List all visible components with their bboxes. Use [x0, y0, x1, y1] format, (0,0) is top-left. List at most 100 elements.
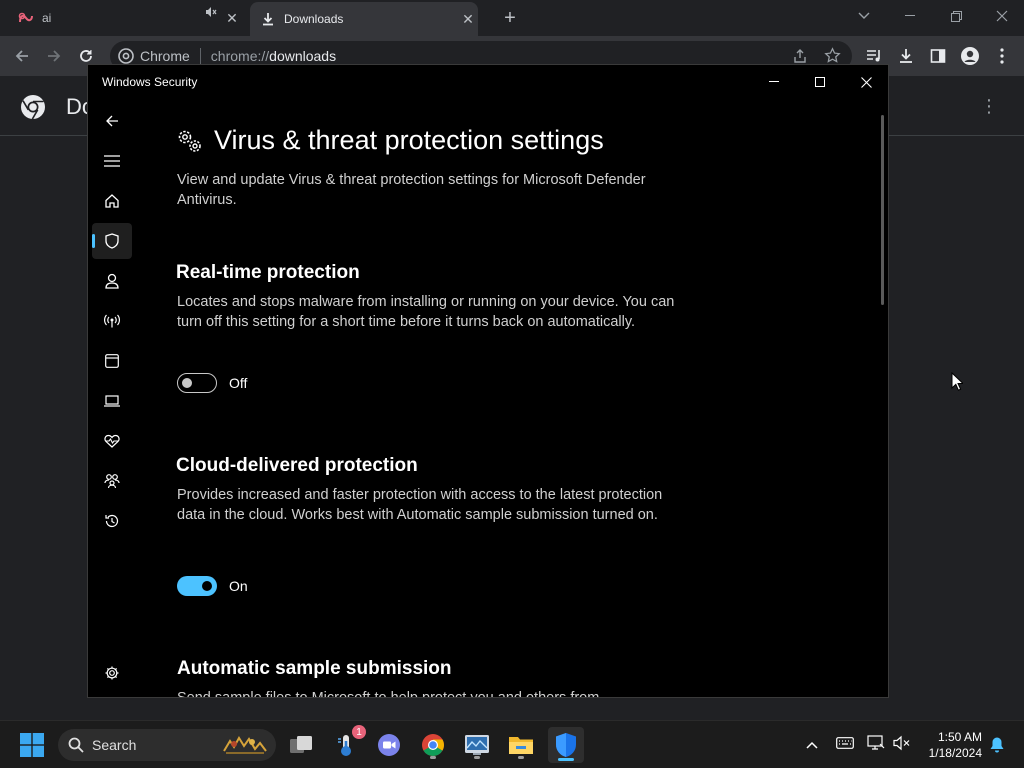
section-title-real-time-protection: Real-time protection — [176, 262, 360, 283]
site-info-chip[interactable]: Chrome — [118, 48, 190, 64]
windows-security-taskbar-button[interactable] — [548, 727, 584, 763]
search-highlight-image-icon — [222, 733, 268, 757]
tab-downloads[interactable]: Downloads ✕ — [250, 2, 478, 36]
cloud-delivered-protection-state: On — [229, 578, 248, 594]
minimize-button[interactable] — [896, 4, 924, 28]
network-antenna-icon — [104, 314, 120, 328]
section-desc-automatic-sample-submission: Send sample files to Microsoft to help p… — [177, 690, 600, 698]
new-tab-button[interactable]: + — [498, 6, 522, 30]
chrome-logo-icon — [421, 733, 445, 757]
chrome-menu-icon[interactable] — [990, 44, 1014, 68]
page-title: Virus & threat protection settings — [214, 125, 604, 155]
side-panel-icon[interactable] — [926, 44, 950, 68]
downloads-icon[interactable] — [894, 44, 918, 68]
close-button[interactable] — [856, 73, 876, 91]
task-view-button[interactable] — [285, 729, 317, 761]
back-button[interactable] — [10, 44, 34, 68]
nav-app-browser-control[interactable] — [92, 343, 132, 379]
minimize-button[interactable] — [764, 73, 784, 91]
start-button[interactable] — [16, 729, 48, 761]
maximize-button[interactable] — [810, 73, 830, 91]
active-app-indicator — [558, 758, 574, 761]
share-icon[interactable] — [792, 48, 808, 64]
photos-taskbar-button[interactable] — [461, 729, 493, 761]
download-icon — [260, 11, 276, 27]
tab-search-chevron-icon[interactable] — [850, 4, 878, 28]
nav-firewall-network[interactable] — [92, 303, 132, 339]
person-icon — [105, 273, 119, 289]
nav-settings[interactable] — [92, 655, 132, 691]
page-menu-icon[interactable]: ⋮ — [980, 96, 998, 117]
nav-device-security[interactable] — [92, 383, 132, 419]
site-label: Chrome — [140, 48, 190, 64]
real-time-protection-state: Off — [229, 375, 248, 391]
cloud-delivered-protection-toggle[interactable] — [177, 576, 217, 596]
mouse-cursor-icon — [951, 371, 965, 396]
running-indicator — [430, 756, 436, 759]
forward-button[interactable] — [42, 44, 66, 68]
ai-favicon-icon — [18, 10, 34, 26]
section-desc-real-time-protection: Locates and stops malware from installin… — [177, 294, 675, 330]
close-tab-icon[interactable]: ✕ — [460, 11, 476, 27]
teams-meet-button[interactable] — [373, 729, 405, 761]
close-window-button[interactable] — [988, 4, 1016, 28]
back-arrow-icon — [105, 114, 119, 128]
tab-label: ai — [42, 11, 52, 25]
section-title-automatic-sample-submission: Automatic sample submission — [177, 658, 452, 679]
browser-tabstrip: ai ✕ Downloads ✕ + — [0, 0, 1024, 36]
close-tab-icon[interactable]: ✕ — [224, 10, 240, 26]
restore-button[interactable] — [942, 4, 970, 28]
running-indicator — [518, 756, 524, 759]
speaker-muted-icon[interactable] — [205, 6, 217, 18]
nav-account-protection[interactable] — [92, 263, 132, 299]
section-desc-cloud-delivered-protection: Provides increased and faster protection… — [177, 487, 663, 523]
nav-protection-history[interactable] — [92, 503, 132, 539]
gear-icon — [104, 665, 120, 681]
url-scheme: chrome:// — [210, 48, 270, 64]
page-heading: Virus & threat protection settings — [176, 125, 604, 156]
nav-virus-threat-protection[interactable] — [92, 223, 132, 259]
show-hidden-icons-chevron[interactable] — [806, 737, 818, 752]
chrome-logo-icon — [20, 94, 46, 125]
navigation-rail — [92, 101, 132, 697]
windows-security-window: Windows Security Virus & threat protecti… — [87, 64, 889, 698]
back-button[interactable] — [92, 103, 132, 139]
real-time-protection-toggle[interactable] — [177, 373, 217, 393]
clock-time: 1:50 AM — [937, 730, 982, 744]
toggle-knob — [202, 581, 212, 591]
file-explorer-button[interactable] — [505, 729, 537, 761]
thermometer-icon — [337, 733, 355, 757]
nav-home[interactable] — [92, 183, 132, 219]
notification-badge: 1 — [352, 725, 366, 739]
running-indicator — [474, 756, 480, 759]
keyboard-icon[interactable] — [836, 737, 854, 752]
nav-family-options[interactable] — [92, 463, 132, 499]
content-scrollbar[interactable] — [881, 115, 884, 305]
clock-date: 1/18/2024 — [928, 746, 982, 760]
app-window-icon — [105, 354, 119, 368]
system-clock[interactable]: 1:50 AM 1/18/2024 — [918, 729, 982, 761]
widgets-weather-button[interactable]: 1 — [330, 725, 366, 761]
page-intro: View and update Virus & threat protectio… — [177, 172, 646, 208]
folder-icon — [508, 734, 534, 756]
gears-icon — [176, 128, 204, 154]
network-display-icon[interactable] — [867, 735, 885, 754]
notification-bell-icon[interactable] — [989, 736, 1005, 756]
bookmark-star-icon[interactable] — [824, 47, 841, 64]
search-label: Search — [92, 737, 137, 753]
profile-avatar-icon[interactable] — [958, 44, 982, 68]
history-icon — [104, 513, 120, 529]
chrome-taskbar-button[interactable] — [417, 729, 449, 761]
url-host: downloads — [269, 48, 337, 64]
search-icon — [68, 737, 84, 753]
section-title-cloud-delivered-protection: Cloud-delivered protection — [176, 455, 418, 476]
omnibox-divider — [199, 48, 201, 64]
taskbar-search-box[interactable]: Search — [58, 729, 276, 761]
hamburger-menu-button[interactable] — [92, 143, 132, 179]
speaker-muted-icon[interactable] — [893, 735, 911, 754]
defender-shield-icon — [555, 732, 577, 758]
tab-ai[interactable]: ai ✕ — [18, 4, 240, 32]
hamburger-icon — [104, 155, 120, 167]
task-view-icon — [289, 735, 313, 755]
nav-device-performance[interactable] — [92, 423, 132, 459]
